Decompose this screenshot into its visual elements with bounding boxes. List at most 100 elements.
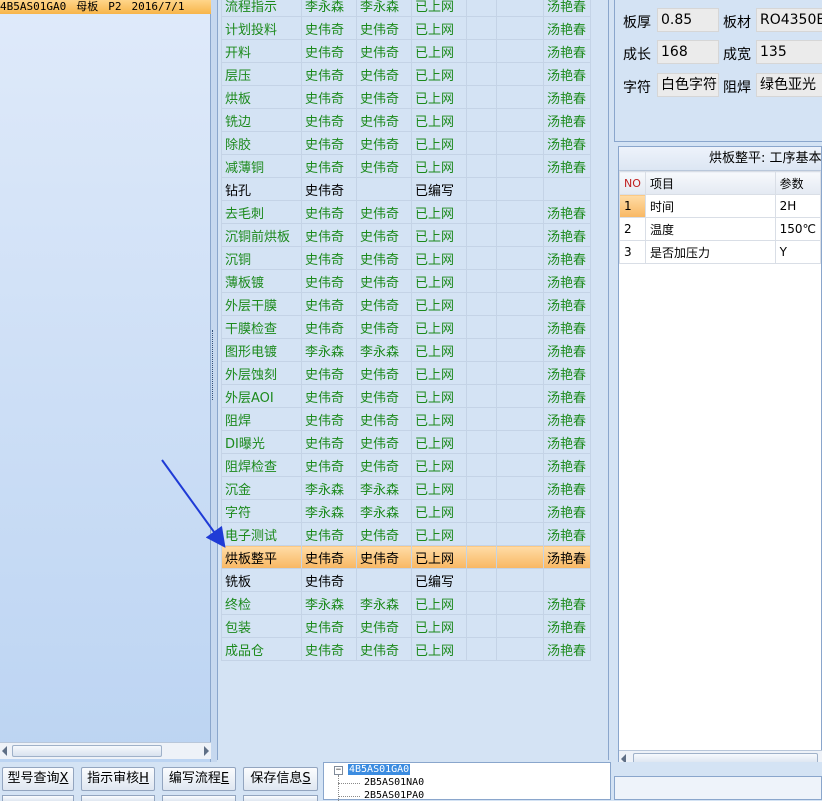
next-row-button[interactable]: [81, 795, 155, 801]
status-cell[interactable]: 已上网: [411, 384, 467, 408]
table-row[interactable]: 终检 李永森 李永森 已上网 汤艳春: [221, 591, 591, 615]
save-info-button[interactable]: 保存信息S: [243, 767, 318, 791]
author-cell[interactable]: 史伟奇: [301, 39, 357, 63]
author-cell[interactable]: 史伟奇: [301, 430, 357, 454]
author-cell[interactable]: 史伟奇: [301, 200, 357, 224]
owner-cell[interactable]: [543, 177, 591, 201]
blank-cell[interactable]: [466, 338, 497, 362]
checker-cell[interactable]: 史伟奇: [356, 453, 412, 477]
length-field[interactable]: 168: [657, 40, 719, 64]
blank-cell[interactable]: [496, 246, 544, 270]
checker-cell[interactable]: 史伟奇: [356, 62, 412, 86]
step-cell[interactable]: 外层AOI: [221, 384, 302, 408]
owner-cell[interactable]: 汤艳春: [543, 200, 591, 224]
blank-cell[interactable]: [466, 16, 497, 40]
blank-cell[interactable]: [466, 591, 497, 615]
status-cell[interactable]: 已上网: [411, 476, 467, 500]
blank-cell[interactable]: [496, 384, 544, 408]
blank-cell[interactable]: [466, 62, 497, 86]
table-row[interactable]: 3 是否加压力 Y: [619, 240, 822, 264]
step-cell[interactable]: 流程指示: [221, 0, 302, 17]
author-cell[interactable]: 李永森: [301, 591, 357, 615]
owner-cell[interactable]: 汤艳春: [543, 16, 591, 40]
owner-cell[interactable]: 汤艳春: [543, 499, 591, 523]
checker-cell[interactable]: 史伟奇: [356, 269, 412, 293]
step-cell[interactable]: 外层蚀刻: [221, 361, 302, 385]
left-horizontal-scrollbar[interactable]: [0, 742, 211, 759]
param-item-cell[interactable]: 是否加压力: [644, 240, 776, 264]
blank-cell[interactable]: [466, 614, 497, 638]
owner-cell[interactable]: 汤艳春: [543, 476, 591, 500]
step-cell[interactable]: 计划投料: [221, 16, 302, 40]
blank-cell[interactable]: [496, 568, 544, 592]
table-row[interactable]: 字符 李永森 李永森 已上网 汤艳春: [221, 499, 591, 523]
step-cell[interactable]: 包装: [221, 614, 302, 638]
owner-cell[interactable]: 汤艳春: [543, 361, 591, 385]
param-no-cell[interactable]: 2: [619, 217, 646, 241]
status-cell[interactable]: 已上网: [411, 591, 467, 615]
checker-cell[interactable]: [356, 177, 412, 201]
checker-cell[interactable]: 史伟奇: [356, 430, 412, 454]
table-row[interactable]: 包装 史伟奇 史伟奇 已上网 汤艳春: [221, 614, 591, 638]
author-cell[interactable]: 史伟奇: [301, 154, 357, 178]
blank-cell[interactable]: [466, 177, 497, 201]
author-cell[interactable]: 史伟奇: [301, 453, 357, 477]
table-row[interactable]: 阻焊 史伟奇 史伟奇 已上网 汤艳春: [221, 407, 591, 431]
owner-cell[interactable]: 汤艳春: [543, 407, 591, 431]
step-cell[interactable]: 开料: [221, 39, 302, 63]
owner-cell[interactable]: 汤艳春: [543, 591, 591, 615]
blank-cell[interactable]: [466, 637, 497, 661]
author-cell[interactable]: 史伟奇: [301, 522, 357, 546]
table-row[interactable]: 沉金 李永森 李永森 已上网 汤艳春: [221, 476, 591, 500]
blank-cell[interactable]: [496, 200, 544, 224]
step-cell[interactable]: 沉铜前烘板: [221, 223, 302, 247]
step-cell[interactable]: 外层干膜: [221, 292, 302, 316]
step-cell[interactable]: 除胶: [221, 131, 302, 155]
blank-cell[interactable]: [496, 62, 544, 86]
review-button[interactable]: 指示审核H: [81, 767, 155, 791]
author-cell[interactable]: 史伟奇: [301, 85, 357, 109]
blank-cell[interactable]: [466, 407, 497, 431]
checker-cell[interactable]: 史伟奇: [356, 292, 412, 316]
table-row[interactable]: 电子测试 史伟奇 史伟奇 已上网 汤艳春: [221, 522, 591, 546]
status-cell[interactable]: 已上网: [411, 614, 467, 638]
blank-cell[interactable]: [466, 292, 497, 316]
author-cell[interactable]: 史伟奇: [301, 637, 357, 661]
status-cell[interactable]: 已上网: [411, 637, 467, 661]
status-cell[interactable]: 已上网: [411, 0, 467, 17]
author-cell[interactable]: 史伟奇: [301, 16, 357, 40]
table-row[interactable]: 钻孔 史伟奇 已编写: [221, 177, 591, 201]
header-value[interactable]: 参数: [774, 171, 822, 195]
status-cell[interactable]: 已编写: [411, 177, 467, 201]
owner-cell[interactable]: 汤艳春: [543, 39, 591, 63]
status-cell[interactable]: 已上网: [411, 545, 467, 569]
step-cell[interactable]: 烘板: [221, 85, 302, 109]
status-cell[interactable]: 已上网: [411, 361, 467, 385]
blank-cell[interactable]: [466, 476, 497, 500]
table-row[interactable]: 铣边 史伟奇 史伟奇 已上网 汤艳春: [221, 108, 591, 132]
owner-cell[interactable]: 汤艳春: [543, 637, 591, 661]
blank-cell[interactable]: [466, 568, 497, 592]
status-cell[interactable]: 已上网: [411, 223, 467, 247]
blank-cell[interactable]: [466, 246, 497, 270]
author-cell[interactable]: 史伟奇: [301, 108, 357, 132]
char-field[interactable]: 白色字符: [657, 73, 719, 97]
status-cell[interactable]: 已上网: [411, 131, 467, 155]
step-cell[interactable]: 烘板整平: [221, 545, 302, 569]
blank-cell[interactable]: [496, 39, 544, 63]
step-cell[interactable]: 阻焊: [221, 407, 302, 431]
blank-cell[interactable]: [466, 384, 497, 408]
checker-cell[interactable]: 史伟奇: [356, 223, 412, 247]
tree-node-child[interactable]: 2B5AS01NA0: [364, 777, 424, 788]
owner-cell[interactable]: 汤艳春: [543, 315, 591, 339]
owner-cell[interactable]: 汤艳春: [543, 430, 591, 454]
status-cell[interactable]: 已上网: [411, 453, 467, 477]
checker-cell[interactable]: 李永森: [356, 338, 412, 362]
status-cell[interactable]: 已上网: [411, 269, 467, 293]
table-row[interactable]: 减薄铜 史伟奇 史伟奇 已上网 汤艳春: [221, 154, 591, 178]
param-item-cell[interactable]: 温度: [644, 217, 776, 241]
param-value-cell[interactable]: 150℃: [774, 217, 822, 241]
blank-cell[interactable]: [496, 591, 544, 615]
checker-cell[interactable]: 史伟奇: [356, 315, 412, 339]
author-cell[interactable]: 史伟奇: [301, 292, 357, 316]
